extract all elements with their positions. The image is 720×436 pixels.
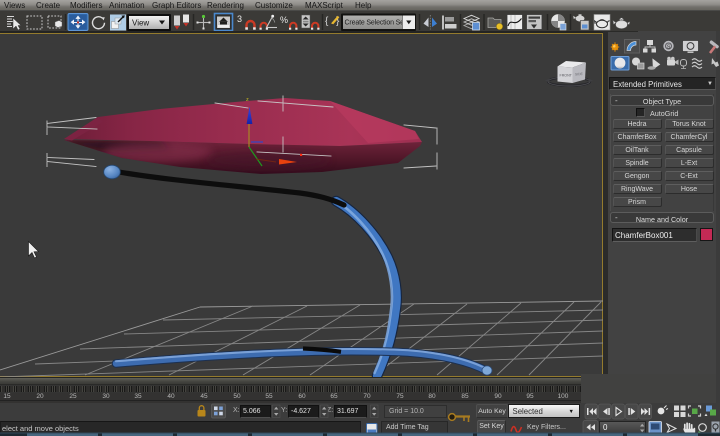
svg-text:z: z: [246, 97, 249, 103]
svg-text:3: 3: [237, 14, 242, 24]
svg-text:{: {: [325, 16, 329, 27]
svg-text:View: View: [132, 19, 149, 28]
svg-text:%: %: [280, 15, 288, 25]
svg-text:S: S: [667, 44, 671, 50]
svg-text:SIDE: SIDE: [575, 72, 584, 77]
svg-text:Create Selection Se: Create Selection Se: [345, 20, 405, 27]
svg-text:FRONT: FRONT: [560, 74, 573, 78]
